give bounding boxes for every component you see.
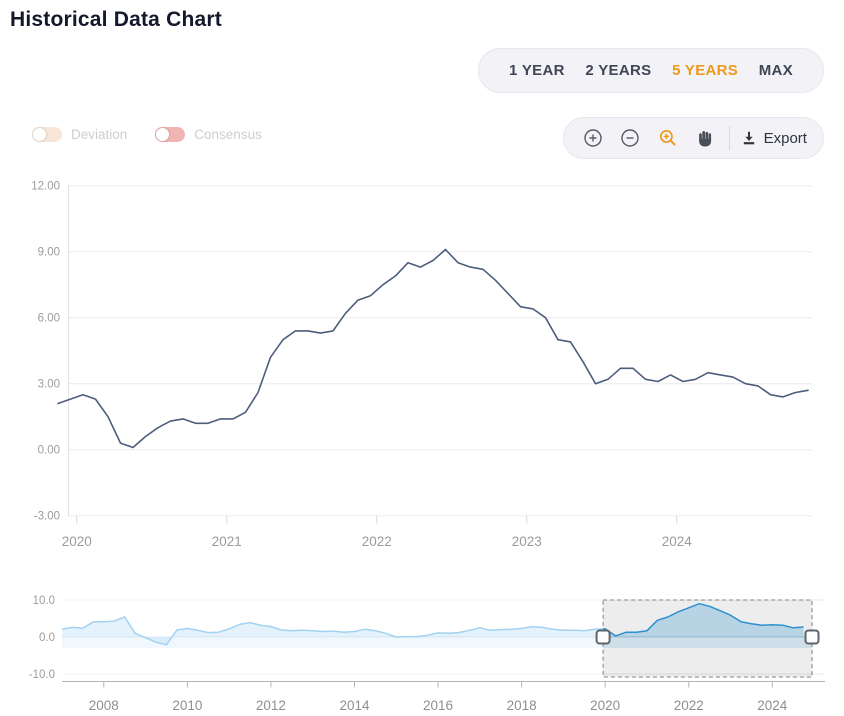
nav-x-axis-label: 2012: [256, 698, 286, 713]
range-option-1year[interactable]: 1 YEAR: [509, 62, 565, 79]
toggle-knob: [33, 128, 46, 141]
nav-unselected-overlay: [62, 596, 603, 681]
zoom-in-button[interactable]: [574, 118, 611, 158]
nav-x-axis-label: 2024: [757, 698, 788, 713]
navigator-chart[interactable]: 10.0 0.0 -10.0 2008 2010 2012 2014 2016 2018 2020…: [0, 560, 844, 716]
x-axis-label: 2024: [662, 534, 693, 549]
nav-selection-handle-right[interactable]: [806, 631, 819, 644]
nav-x-axis-label: 2016: [423, 698, 453, 713]
range-option-max[interactable]: MAX: [759, 62, 793, 79]
y-axis-label: 6.00: [38, 313, 60, 325]
page-title: Historical Data Chart: [10, 8, 222, 32]
y-axis-label: -3.00: [34, 511, 60, 523]
x-axis-label: 2021: [212, 534, 242, 549]
range-option-5years[interactable]: 5 YEARS: [672, 62, 738, 79]
y-axis-label: 12.00: [31, 181, 60, 193]
main-series-line: [58, 250, 808, 448]
range-selector: 1 YEAR 2 YEARS 5 YEARS MAX: [478, 48, 824, 93]
series-legend: Deviation Consensus: [32, 127, 262, 142]
pan-hand-icon: [696, 129, 714, 147]
nav-x-axis-label: 2022: [674, 698, 704, 713]
toolbar-divider: [729, 126, 730, 150]
pan-button[interactable]: [686, 118, 723, 158]
zoom-selection-icon: [658, 128, 678, 148]
nav-x-axis-label: 2020: [590, 698, 620, 713]
nav-y-axis-label: 0.0: [39, 632, 55, 644]
export-label: Export: [764, 130, 807, 147]
x-axis-label: 2023: [512, 534, 542, 549]
toggle-knob: [156, 128, 169, 141]
zoom-in-icon: [583, 128, 603, 148]
range-option-2years[interactable]: 2 YEARS: [585, 62, 651, 79]
download-icon: [741, 130, 757, 146]
consensus-toggle[interactable]: [155, 127, 185, 142]
export-button[interactable]: Export: [735, 130, 813, 147]
nav-x-axis-label: 2008: [89, 698, 119, 713]
main-grid: 12.00 9.00 6.00 3.00 0.00 -3.002020 2021 2022 20…: [31, 181, 812, 549]
chart-toolbar: Export: [563, 117, 824, 159]
nav-x-axis-label: 2014: [339, 698, 370, 713]
legend-item-consensus[interactable]: Consensus: [155, 127, 262, 142]
zoom-out-icon: [620, 128, 640, 148]
legend-label-consensus: Consensus: [194, 127, 262, 142]
zoom-selection-button[interactable]: [649, 118, 686, 158]
nav-selection-window[interactable]: [603, 600, 812, 677]
legend-label-deviation: Deviation: [71, 127, 127, 142]
y-axis-label: 0.00: [38, 445, 60, 457]
nav-y-axis-label: 10.0: [33, 595, 55, 607]
zoom-out-button[interactable]: [611, 118, 648, 158]
x-axis-label: 2022: [362, 534, 392, 549]
nav-selection-handle-left[interactable]: [597, 631, 610, 644]
nav-y-axis-label: -10.0: [29, 669, 55, 681]
x-axis-label: 2020: [62, 534, 92, 549]
y-axis-label: 3.00: [38, 379, 60, 391]
legend-item-deviation[interactable]: Deviation: [32, 127, 127, 142]
deviation-toggle[interactable]: [32, 127, 62, 142]
y-axis-label: 9.00: [38, 247, 60, 259]
main-chart[interactable]: 12.00 9.00 6.00 3.00 0.00 -3.002020 2021 2022 20…: [0, 175, 844, 560]
nav-x-axis-label: 2010: [172, 698, 202, 713]
nav-x-axis-label: 2018: [507, 698, 537, 713]
